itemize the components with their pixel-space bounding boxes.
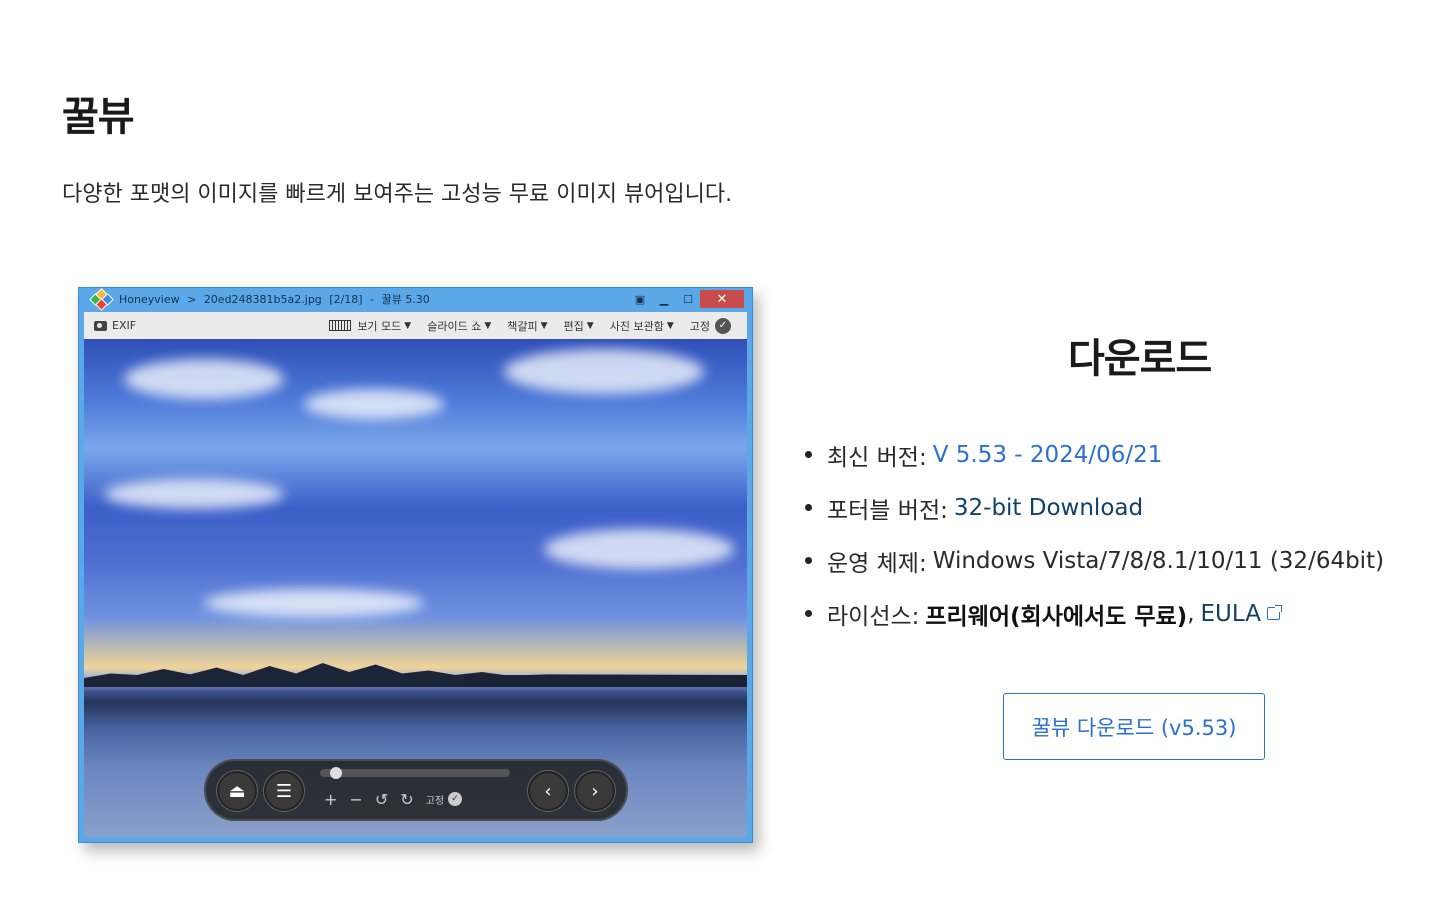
download-button[interactable]: 꿀뷰 다운로드 (v5.53) xyxy=(1003,693,1265,760)
rotate-left-icon: ↺ xyxy=(374,789,389,809)
latest-version-link[interactable]: V 5.53 - 2024/06/21 xyxy=(933,442,1163,468)
pin-label: 고정 xyxy=(689,319,710,333)
caret-down-icon: ▼ xyxy=(404,320,412,331)
caret-down-icon: ▼ xyxy=(586,320,594,331)
photo-storage-menu: 사진 보관함 ▼ xyxy=(610,318,674,334)
view-mode-label: 보기 모드 xyxy=(357,319,402,333)
pin-toggle: 고정 ✓ xyxy=(689,317,731,334)
zoom-out-icon: − xyxy=(349,789,363,809)
bookmark-label: 책갈피 xyxy=(507,319,538,333)
toolbar-menus: 보기 모드 ▼ 슬라이드 쇼 ▼ 책갈피 ▼ 편집 ▼ 사진 보관함 ▼ 고정 … xyxy=(313,317,731,334)
rotate-right-icon: ↻ xyxy=(400,789,414,809)
menu-icon: ☰ xyxy=(264,771,304,811)
license-label: 라이선스: xyxy=(827,603,920,630)
portable-version-label: 포터블 버전: xyxy=(827,497,948,524)
fullscreen-icon: ▣ xyxy=(634,292,646,306)
window-title-separator: > xyxy=(187,293,197,306)
external-link-icon xyxy=(1266,605,1282,620)
window-title-position: [2/18] xyxy=(329,293,363,306)
latest-version-label: 최신 버전: xyxy=(827,444,927,471)
window-controls: ▣ ▁ ☐ ✕ xyxy=(628,288,752,310)
next-icon: › xyxy=(575,771,615,811)
window-titlebar: Honeyview > 20ed248381b5a2.jpg [2/18] - … xyxy=(79,288,752,311)
overlay-check-icon: ✓ xyxy=(448,792,463,806)
viewer-toolbar: EXIF 보기 모드 ▼ 슬라이드 쇼 ▼ 책갈피 ▼ 편집 ▼ 사진 보관함 … xyxy=(84,312,747,339)
window-title-app: Honeyview xyxy=(119,293,180,306)
caret-down-icon: ▼ xyxy=(540,320,548,331)
exif-label: EXIF xyxy=(112,319,137,332)
list-item-os: 운영 체제: Windows Vista/7/8/8.1/10/11 (32/6… xyxy=(805,534,1384,587)
window-title: Honeyview > 20ed248381b5a2.jpg [2/18] - … xyxy=(119,291,434,307)
window-title-file: 20ed248381b5a2.jpg xyxy=(203,293,322,306)
camera-icon xyxy=(94,320,107,331)
zoom-slider-track xyxy=(320,769,510,777)
download-info-list: 최신 버전: V 5.53 - 2024/06/21 포터블 버전: 32-bi… xyxy=(805,428,1384,640)
window-title-program: 꿀뷰 5.30 xyxy=(381,293,430,306)
zoom-slider-knob xyxy=(330,767,342,779)
edit-label: 편집 xyxy=(563,319,584,333)
os-value: Windows Vista/7/8/8.1/10/11 (32/64bit) xyxy=(932,547,1385,574)
overlay-pin-label: 고정 xyxy=(425,795,445,807)
download-title: 다운로드 xyxy=(1068,336,1212,382)
exif-item: EXIF xyxy=(94,319,136,332)
slideshow-menu: 슬라이드 쇼 ▼ xyxy=(427,318,491,334)
viewer-overlay-controls: ⏏ ☰ + − ↺ ↻ 고정 ✓ ‹ › xyxy=(204,759,628,821)
app-screenshot: Honeyview > 20ed248381b5a2.jpg [2/18] - … xyxy=(78,287,753,843)
previous-icon: ‹ xyxy=(528,771,568,811)
zoom-in-icon: + xyxy=(324,789,338,809)
portable-download-link[interactable]: 32-bit Download xyxy=(954,495,1143,521)
page: 꿀뷰 다양한 포맷의 이미지를 빠르게 보여주는 고성능 무료 이미지 뷰어입니… xyxy=(0,0,1454,899)
caret-down-icon: ▼ xyxy=(666,320,674,331)
caret-down-icon: ▼ xyxy=(484,320,492,331)
edit-menu: 편집 ▼ xyxy=(564,318,594,334)
bridge xyxy=(464,675,747,685)
eject-icon: ⏏ xyxy=(217,771,257,811)
list-item-portable-version: 포터블 버전: 32-bit Download xyxy=(805,481,1384,534)
list-item-license: 라이선스: 프리웨어(회사에서도 무료) , EULA xyxy=(805,587,1384,640)
license-value: 프리웨어(회사에서도 무료) xyxy=(925,603,1188,630)
overlay-tools: + − ↺ ↻ 고정 ✓ xyxy=(324,789,474,809)
photo-storage-label: 사진 보관함 xyxy=(609,319,664,333)
eula-link[interactable]: EULA xyxy=(1201,601,1261,627)
view-mode-menu: 보기 모드 ▼ xyxy=(329,318,411,334)
maximize-icon: ☐ xyxy=(683,292,693,306)
bookmark-menu: 책갈피 ▼ xyxy=(507,318,547,334)
minimize-icon: ▁ xyxy=(659,292,669,306)
page-description: 다양한 포맷의 이미지를 빠르게 보여주는 고성능 무료 이미지 뷰어입니다. xyxy=(62,182,733,207)
window-title-dash: - xyxy=(370,293,375,306)
check-circle-icon: ✓ xyxy=(715,317,731,334)
film-icon xyxy=(329,320,352,331)
page-title: 꿀뷰 xyxy=(62,94,135,140)
honeyview-logo-icon xyxy=(89,288,115,311)
close-icon: ✕ xyxy=(700,290,744,308)
license-comma: , xyxy=(1187,600,1195,627)
os-label: 운영 체제: xyxy=(827,550,927,577)
river-skyline-photo: ⏏ ☰ + − ↺ ↻ 고정 ✓ ‹ › xyxy=(84,339,747,837)
slideshow-label: 슬라이드 쇼 xyxy=(427,319,482,333)
list-item-latest-version: 최신 버전: V 5.53 - 2024/06/21 xyxy=(805,428,1384,481)
